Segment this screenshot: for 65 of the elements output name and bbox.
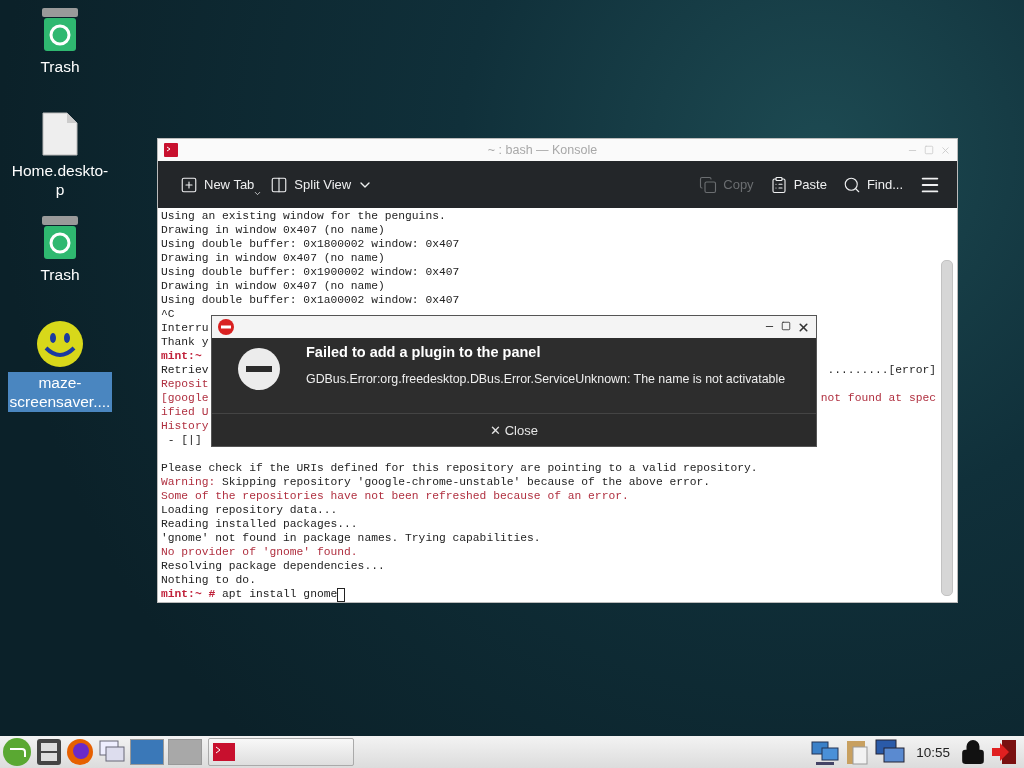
terminal-text: not found at spec [820, 391, 936, 405]
terminal-text: Warning: [161, 475, 216, 489]
terminal-text: Some of the repositories have not been refreshed because of an error. [161, 489, 629, 503]
terminal-text: Using double buffer: 0x1a00002 window: 0x407 [161, 293, 460, 307]
minus-circle-icon [238, 348, 280, 390]
toolbar-button[interactable]: Find... [836, 171, 909, 198]
trash-icon [41, 216, 79, 260]
terminal-icon [164, 143, 178, 157]
toolbar-button[interactable]: Paste [763, 171, 833, 198]
terminal-text: Using double buffer: 0x1900002 window: 0x407 [161, 265, 460, 279]
split-view-icon [270, 175, 289, 194]
desktop-icon-label[interactable]: Trash [8, 264, 112, 285]
terminal-text: Reading installed packages... [161, 517, 358, 531]
smiley-icon [36, 320, 84, 368]
terminal-text: Please check if the URIs defined for this repository are pointing to a valid repository. [161, 461, 758, 475]
desktop-icon-label[interactable]: maze-screensaver.... [8, 372, 112, 412]
display-icon[interactable] [874, 738, 907, 766]
error-icon [218, 319, 234, 335]
terminal-text: No provider of 'gnome' found. [161, 545, 358, 559]
terminal-text: ified U [161, 405, 209, 419]
clipboard-icon[interactable] [844, 738, 871, 766]
terminal-text: Resolving package dependencies... [161, 559, 385, 573]
maximize-icon[interactable] [781, 320, 791, 331]
terminal-text: Drawing in window 0x407 (no name) [161, 223, 385, 237]
copy-icon [699, 175, 718, 194]
file-cabinet-icon[interactable] [36, 738, 62, 766]
terminal-text: Drawing in window 0x407 (no name) [161, 279, 385, 293]
terminal-text: Drawing in window 0x407 (no name) [161, 251, 385, 265]
terminal-text: History [161, 419, 209, 433]
terminal-text: mint:~ # [161, 587, 216, 601]
terminal-text: Nothing to do. [161, 573, 256, 587]
terminal-text: - [|] [166, 433, 202, 447]
network-icon[interactable] [810, 738, 841, 766]
terminal-text: Thank y [161, 335, 209, 349]
desktop-icon-label[interactable]: Trash [8, 56, 112, 77]
terminal-text: Retriev [161, 363, 209, 377]
scrollbar-thumb[interactable] [941, 260, 953, 596]
terminal-text: Using double buffer: 0x1800002 window: 0x407 [161, 237, 460, 251]
terminal-text: .........[error] [827, 363, 936, 377]
trash-icon [41, 8, 79, 52]
terminal-text: ^C [161, 307, 175, 321]
toolbar-button[interactable]: New Tab [174, 171, 261, 198]
terminal-text: mint:~ [161, 349, 202, 363]
new-tab-icon [180, 175, 198, 194]
terminal-text: [google [161, 391, 209, 405]
search-icon [842, 175, 861, 194]
clipboard-icon [769, 175, 788, 194]
terminal-text: Reposit [161, 377, 209, 391]
window-title: ~ : bash — Konsole [486, 143, 599, 157]
lock-icon[interactable] [960, 739, 986, 765]
clock[interactable]: 10:55 [910, 744, 956, 760]
terminal-text: Using an existing window for the penguins. [161, 209, 446, 223]
terminal-text: apt install gnome [221, 587, 338, 601]
terminal-text: 'gnome' not found in package names. Trying capabilities. [161, 531, 541, 545]
toolbar-button[interactable]: Split View [264, 171, 380, 198]
document-icon [42, 112, 78, 156]
terminal-text: Loading repository data... [161, 503, 338, 517]
dialog-message: GDBus.Error:org.freedesktop.DBus.Error.ServiceUnknown: The name is not activatable [306, 372, 786, 386]
terminal-text: Interru [161, 321, 209, 335]
terminal-text: Skipping repository 'google-chrome-unstable' because of the above error. [221, 475, 711, 489]
dialog-title: Failed to add a plugin to the panel [306, 344, 542, 360]
desktop-icon-label[interactable]: Home.deskto-p [8, 160, 112, 200]
close-icon[interactable] [797, 320, 810, 334]
browser-icon[interactable] [66, 738, 94, 766]
task-button[interactable] [208, 738, 354, 766]
